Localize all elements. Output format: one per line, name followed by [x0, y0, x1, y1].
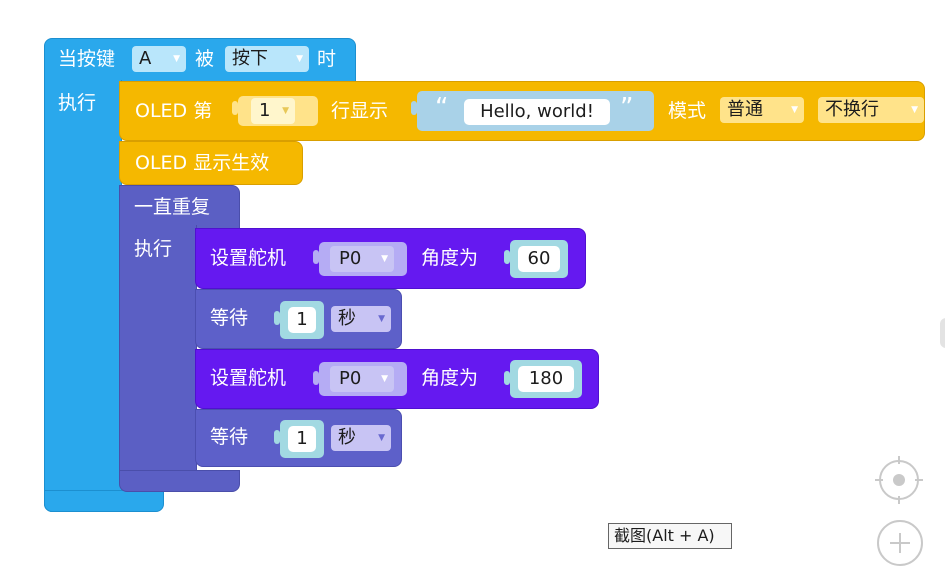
pin-input-slot[interactable]: P0 ▼	[319, 362, 407, 396]
zoom-in-icon[interactable]	[877, 520, 923, 566]
recenter-tick-right	[915, 479, 923, 481]
chevron-down-icon: ▼	[282, 106, 289, 116]
recenter-dot	[893, 474, 905, 486]
angle-label: 角度为	[421, 247, 479, 269]
set-servo-label: 设置舵机	[210, 247, 287, 269]
chevron-down-icon: ▼	[911, 105, 918, 115]
recenter-tick-bottom	[898, 496, 900, 504]
loop-label: 一直重复	[134, 196, 211, 218]
scrollbar-handle[interactable]	[940, 318, 945, 348]
text-value-field[interactable]: Hello, world!	[464, 99, 610, 125]
event-suffix-label: 时	[317, 48, 337, 70]
line-select-value: 1	[259, 100, 271, 121]
chevron-down-icon: ▼	[791, 105, 798, 115]
event-do-label: 执行	[58, 92, 97, 114]
mode-label: 模式	[668, 100, 707, 122]
time-input-slot[interactable]: 1	[280, 420, 324, 458]
angle-value-field[interactable]: 60	[518, 246, 560, 272]
pin-select-value: P0	[339, 248, 362, 269]
action-select-value: 按下	[232, 48, 268, 69]
time-value-field[interactable]: 1	[288, 426, 316, 452]
event-block-arm	[44, 80, 122, 512]
chevron-down-icon: ▼	[378, 314, 385, 324]
wait-label: 等待	[210, 426, 249, 448]
event-block-bottom	[44, 490, 164, 512]
button-select-value: A	[139, 48, 152, 69]
screenshot-tooltip: 截图(Alt + A)	[608, 523, 732, 549]
angle-value-field[interactable]: 180	[518, 366, 574, 392]
pin-select-value: P0	[339, 368, 362, 389]
loop-do-label: 执行	[134, 238, 173, 260]
time-input-slot[interactable]: 1	[280, 301, 324, 339]
chevron-down-icon: ▼	[296, 54, 303, 64]
loop-block-bottom	[119, 470, 240, 492]
open-quote-icon: “	[435, 93, 449, 123]
event-prefix-label: 当按键	[58, 48, 116, 70]
angle-input-slot[interactable]: 60	[510, 240, 568, 278]
recenter-icon[interactable]	[875, 456, 923, 504]
time-unit-value: 秒	[338, 427, 356, 448]
oled-show-label: OLED 第	[135, 100, 213, 122]
wrap-select[interactable]: 不换行 ▼	[818, 97, 924, 123]
line-suffix-label: 行显示	[331, 100, 389, 122]
time-unit-value: 秒	[338, 308, 356, 329]
oled-apply-label: OLED 显示生效	[135, 152, 270, 174]
zoom-in-bar-v	[899, 533, 901, 553]
wrap-select-value: 不换行	[825, 99, 879, 120]
line-select[interactable]: 1 ▼	[251, 98, 295, 124]
pin-select[interactable]: P0 ▼	[330, 246, 394, 272]
angle-input-slot[interactable]: 180	[510, 360, 582, 398]
mode-select-value: 普通	[727, 99, 763, 120]
event-middle-label: 被	[195, 48, 215, 70]
recenter-tick-left	[875, 479, 883, 481]
time-value-field[interactable]: 1	[288, 307, 316, 333]
line-input-slot[interactable]: 1 ▼	[238, 96, 318, 126]
chevron-down-icon: ▼	[381, 254, 388, 264]
loop-block-arm	[119, 225, 197, 475]
set-servo-label: 设置舵机	[210, 367, 287, 389]
mode-select[interactable]: 普通 ▼	[720, 97, 804, 123]
chevron-down-icon: ▼	[381, 374, 388, 384]
chevron-down-icon: ▼	[173, 54, 180, 64]
chevron-down-icon: ▼	[378, 433, 385, 443]
recenter-tick-top	[898, 456, 900, 464]
wait-label: 等待	[210, 307, 249, 329]
time-unit-select[interactable]: 秒 ▼	[331, 306, 391, 332]
action-select[interactable]: 按下 ▼	[225, 46, 309, 72]
angle-label: 角度为	[421, 367, 479, 389]
pin-input-slot[interactable]: P0 ▼	[319, 242, 407, 276]
text-input-slot[interactable]: “ Hello, world! ”	[417, 91, 654, 131]
pin-select[interactable]: P0 ▼	[330, 366, 394, 392]
close-quote-icon: ”	[620, 93, 634, 123]
time-unit-select[interactable]: 秒 ▼	[331, 425, 391, 451]
button-select[interactable]: A ▼	[132, 46, 186, 72]
